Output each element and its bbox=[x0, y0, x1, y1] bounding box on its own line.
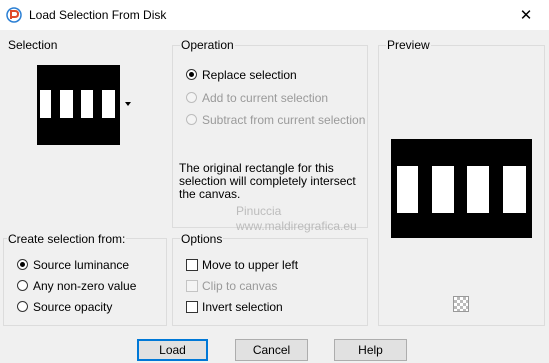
load-button[interactable]: Load bbox=[137, 339, 208, 361]
invert-selection-label: Invert selection bbox=[202, 300, 283, 314]
chevron-down-icon[interactable] bbox=[125, 102, 131, 106]
source-opacity-radio[interactable] bbox=[17, 301, 28, 312]
preview-bar bbox=[467, 166, 489, 213]
preview-group-title: Preview bbox=[386, 38, 431, 52]
selection-group-title: Selection bbox=[7, 38, 59, 52]
subtract-selection-label: Subtract from current selection bbox=[202, 113, 366, 127]
add-to-selection-label: Add to current selection bbox=[202, 91, 329, 105]
preview-bar bbox=[503, 166, 526, 213]
window-title: Load Selection From Disk bbox=[29, 8, 167, 22]
replace-selection-label: Replace selection bbox=[202, 68, 297, 82]
move-upper-left-checkbox[interactable] bbox=[186, 259, 198, 271]
transparency-toggle-icon[interactable] bbox=[453, 296, 469, 312]
help-button[interactable]: Help bbox=[334, 339, 407, 361]
selection-thumbnail[interactable] bbox=[37, 65, 120, 145]
thumbnail-bar bbox=[81, 90, 93, 118]
any-nonzero-radio[interactable] bbox=[17, 280, 28, 291]
watermark-site: www.maldiregrafica.eu bbox=[236, 219, 357, 233]
operation-info-text: The original rectangle for this selectio… bbox=[179, 162, 369, 201]
add-to-selection-radio[interactable] bbox=[186, 92, 197, 103]
close-icon: ✕ bbox=[519, 7, 533, 24]
replace-selection-radio[interactable] bbox=[186, 69, 197, 80]
title-bar: Load Selection From Disk ✕ bbox=[0, 0, 549, 30]
info-line: the canvas. bbox=[179, 187, 241, 201]
source-luminance-radio[interactable] bbox=[17, 259, 28, 270]
app-icon bbox=[6, 7, 22, 23]
watermark-name: Pinuccia bbox=[236, 204, 282, 218]
subtract-selection-radio[interactable] bbox=[186, 114, 197, 125]
operation-group-title: Operation bbox=[180, 38, 235, 52]
invert-selection-checkbox[interactable] bbox=[186, 301, 198, 313]
create-from-group-title: Create selection from: bbox=[7, 232, 127, 246]
move-upper-left-label: Move to upper left bbox=[202, 258, 299, 272]
any-nonzero-label: Any non-zero value bbox=[33, 279, 137, 293]
thumbnail-bar bbox=[60, 90, 73, 118]
clip-to-canvas-checkbox[interactable] bbox=[186, 280, 198, 292]
preview-image bbox=[391, 139, 532, 238]
close-button[interactable]: ✕ bbox=[503, 0, 549, 30]
thumbnail-bar bbox=[40, 90, 51, 118]
cancel-button[interactable]: Cancel bbox=[235, 339, 308, 361]
thumbnail-bar bbox=[102, 90, 115, 118]
source-opacity-label: Source opacity bbox=[33, 300, 113, 314]
source-luminance-label: Source luminance bbox=[33, 258, 130, 272]
clip-to-canvas-label: Clip to canvas bbox=[202, 279, 278, 293]
options-group-title: Options bbox=[180, 232, 224, 246]
preview-bar bbox=[397, 166, 418, 213]
preview-bar bbox=[432, 166, 454, 213]
